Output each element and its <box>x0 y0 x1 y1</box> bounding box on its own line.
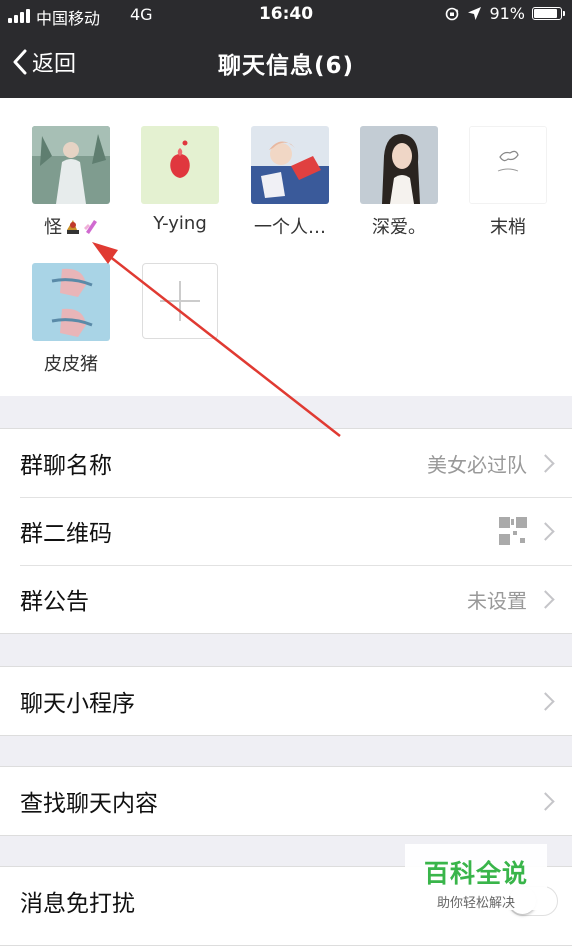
annotation-arrow <box>92 242 341 437</box>
